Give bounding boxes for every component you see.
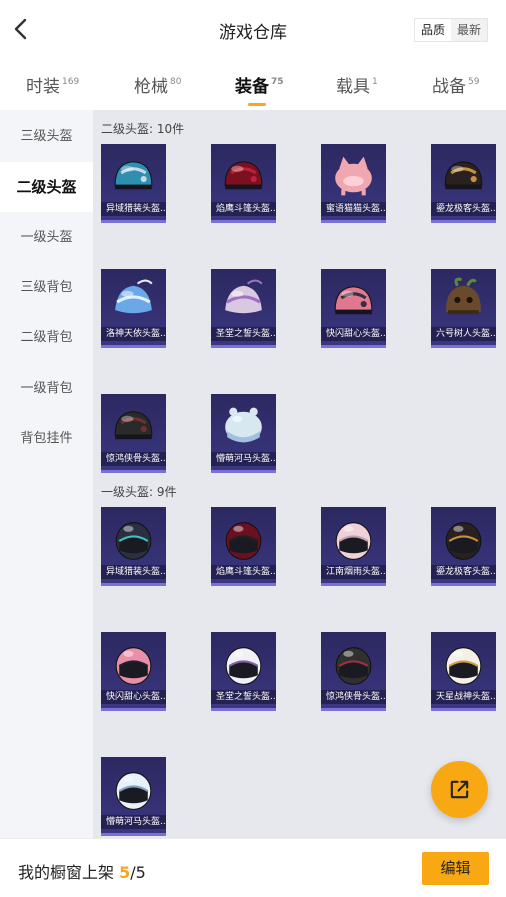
item-name: 异域猎装头盔...: [101, 202, 166, 216]
item-card[interactable]: 鎏龙极客头盔...: [431, 144, 496, 223]
item-name: 焰鹰斗篷头盔...: [211, 565, 276, 579]
full-helmet-icon: [445, 522, 482, 560]
item-card[interactable]: 惊鸿侠骨头盔...: [101, 394, 166, 473]
tab-active-indicator: [248, 103, 266, 106]
share-button[interactable]: [431, 761, 488, 818]
tab-count: 75: [271, 77, 284, 87]
sidebar-item-level2-helmet[interactable]: 二级头盔: [0, 162, 93, 212]
showcase-total-count: 5: [135, 863, 146, 882]
edit-button[interactable]: 编辑: [422, 852, 489, 885]
showcase-status: 我的橱窗上架 5/5: [18, 859, 146, 883]
tab-count: 80: [170, 77, 182, 87]
tab-label: 枪械: [134, 77, 168, 97]
tab-count: 169: [62, 77, 80, 87]
full-helmet-icon: [445, 647, 482, 685]
item-card[interactable]: 焰鹰斗篷头盔...: [211, 144, 276, 223]
item-name: 洛神天依头盔...: [101, 327, 166, 341]
sidebar-item-level1-helmet[interactable]: 一级头盔: [0, 213, 93, 263]
item-name: 圣堂之誓头盔...: [211, 690, 276, 704]
tab-label: 装备: [235, 77, 269, 97]
item-card[interactable]: 焰鹰斗篷头盔...: [211, 507, 276, 586]
category-tabs: 时装 169 枪械 80 装备 75 载具 1 战备 59: [0, 64, 506, 108]
item-card[interactable]: 天星战神头盔...: [431, 632, 496, 711]
tab-supplies[interactable]: 战备 59: [432, 72, 479, 102]
cap-helmet-icon: [114, 411, 153, 440]
item-name: 圣堂之誓头盔...: [211, 327, 276, 341]
item-card[interactable]: 洛神天依头盔...: [101, 269, 166, 348]
sidebar-item-backpack-charm[interactable]: 背包挂件: [0, 414, 93, 464]
ornate-helmet-icon: [115, 279, 153, 314]
tab-equipment[interactable]: 装备 75: [235, 72, 284, 106]
item-name: 六号树人头盔...: [431, 327, 496, 341]
item-card[interactable]: 鎏龙极客头盔...: [431, 507, 496, 586]
share-external-icon: [450, 780, 469, 799]
full-helmet-icon: [335, 522, 372, 560]
item-name: 快闪甜心头盔...: [321, 327, 386, 341]
item-card[interactable]: 快闪甜心头盔...: [101, 632, 166, 711]
item-name: 蜜语猫猫头盔...: [321, 202, 386, 216]
full-helmet-icon: [225, 647, 262, 685]
ornate-helmet-icon: [225, 279, 263, 314]
item-name: 鎏龙极客头盔...: [431, 202, 496, 216]
section-title: 一级头盔: 9件: [101, 485, 177, 499]
tab-count: 1: [372, 77, 378, 87]
item-card[interactable]: 异域猎装头盔...: [101, 507, 166, 586]
tab-label: 时装: [26, 77, 60, 97]
item-name: 鎏龙极客头盔...: [431, 565, 496, 579]
tab-label: 战备: [432, 77, 466, 97]
item-card[interactable]: 六号树人头盔...: [431, 269, 496, 348]
item-card[interactable]: 懵萌河马头盔...: [211, 394, 276, 473]
full-helmet-icon: [115, 522, 152, 560]
sidebar: 三级头盔 二级头盔 一级头盔 三级背包 二级背包 一级背包 背包挂件: [0, 110, 93, 838]
full-helmet-icon: [115, 772, 152, 810]
tab-count: 59: [468, 77, 480, 87]
item-card[interactable]: 惊鸿侠骨头盔...: [321, 632, 386, 711]
item-name: 懵萌河马头盔...: [101, 815, 166, 829]
item-card[interactable]: 蜜语猫猫头盔...: [321, 144, 386, 223]
item-grid: 二级头盔: 10件 一级头盔: 9件 异域猎装头盔... 焰鹰斗篷头盔... 蜜语猫…: [93, 110, 506, 838]
item-name: 焰鹰斗篷头盔...: [211, 202, 276, 216]
item-card[interactable]: 懵萌河马头盔...: [101, 757, 166, 836]
header: 游戏仓库 品质 最新: [0, 0, 506, 60]
cap-helmet-icon: [334, 286, 373, 315]
item-card[interactable]: 江南烟雨头盔...: [321, 507, 386, 586]
sort-toggle: 品质 最新: [414, 18, 488, 42]
item-name: 快闪甜心头盔...: [101, 690, 166, 704]
sidebar-item-level1-backpack[interactable]: 一级背包: [0, 364, 93, 414]
cap-helmet-icon: [114, 161, 153, 190]
section-title: 二级头盔: 10件: [101, 122, 185, 136]
item-name: 懵萌河马头盔...: [211, 452, 276, 466]
tab-fashion[interactable]: 时装 169: [26, 72, 79, 102]
tab-weapons[interactable]: 枪械 80: [134, 72, 181, 102]
sidebar-item-level3-helmet[interactable]: 三级头盔: [0, 112, 93, 162]
showcase-used-count: 5: [119, 863, 131, 882]
item-name: 江南烟雨头盔...: [321, 565, 386, 579]
showcase-label: 我的橱窗上架: [18, 863, 115, 882]
item-name: 惊鸿侠骨头盔...: [101, 452, 166, 466]
cat-helmet-icon: [335, 156, 372, 196]
item-name: 天星战神头盔...: [431, 690, 496, 704]
bottom-bar: 我的橱窗上架 5/5 编辑: [0, 838, 506, 897]
cap-helmet-icon: [444, 161, 483, 190]
full-helmet-icon: [225, 522, 262, 560]
hippo-helmet-icon: [225, 407, 262, 443]
item-name: 异域猎装头盔...: [101, 565, 166, 579]
item-card[interactable]: 圣堂之誓头盔...: [211, 269, 276, 348]
item-card[interactable]: 圣堂之誓头盔...: [211, 632, 276, 711]
full-helmet-icon: [115, 647, 152, 685]
full-helmet-icon: [335, 647, 372, 685]
tab-label: 载具: [336, 77, 370, 97]
sort-quality-button[interactable]: 品质: [415, 19, 451, 41]
tab-vehicles[interactable]: 载具 1: [336, 72, 378, 102]
sort-latest-button[interactable]: 最新: [451, 19, 487, 41]
sidebar-item-level3-backpack[interactable]: 三级背包: [0, 263, 93, 313]
sidebar-item-level2-backpack[interactable]: 二级背包: [0, 313, 93, 363]
cap-helmet-icon: [224, 161, 263, 190]
item-card[interactable]: 异域猎装头盔...: [101, 144, 166, 223]
item-name: 惊鸿侠骨头盔...: [321, 690, 386, 704]
tree-helmet-icon: [446, 277, 481, 315]
item-card[interactable]: 快闪甜心头盔...: [321, 269, 386, 348]
